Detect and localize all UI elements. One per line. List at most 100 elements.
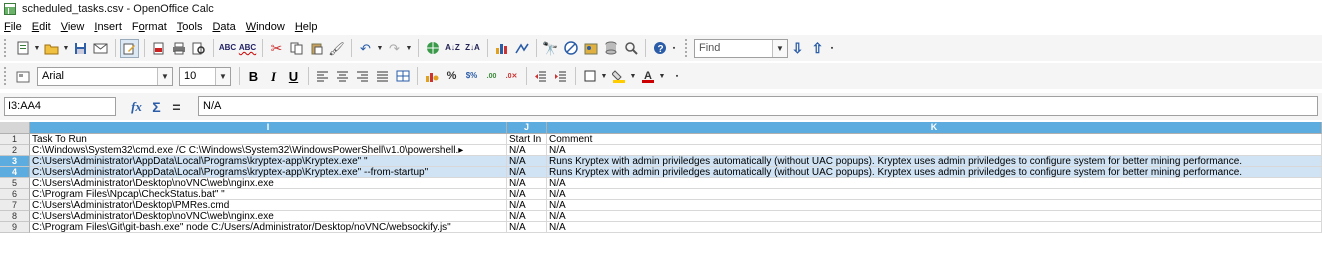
font-size-box[interactable]: 10 ▼ [179,66,231,86]
formatting-toolbar-overflow-icon[interactable]: ▪ [673,67,681,86]
find-next-icon[interactable]: ⇩ [788,39,807,58]
hyperlink-icon[interactable] [423,39,442,58]
column-header-k[interactable]: K [547,122,1322,134]
redo-dropdown-icon[interactable]: ▼ [405,39,413,58]
decrease-indent-icon[interactable] [531,67,550,86]
increase-indent-icon[interactable] [551,67,570,86]
cell-j[interactable]: N/A [507,189,547,200]
clone-formatting-icon[interactable]: 🖌 [327,39,346,58]
standard-format-icon[interactable]: $% [462,67,481,86]
font-name-dropdown-icon[interactable]: ▼ [157,67,172,85]
cell-i[interactable]: C:\Windows\System32\cmd.exe /C C:\Window… [30,145,507,156]
help-icon[interactable]: ? [650,39,669,58]
draw-functions-icon[interactable] [512,39,531,58]
row-header[interactable]: 3 [0,156,30,167]
table-row[interactable]: 5 C:\Users\Administrator\Desktop\noVNC\we… [0,178,1322,189]
name-box-value[interactable]: I3:AA4 [5,100,41,112]
email-document-icon[interactable] [91,39,110,58]
row-header[interactable]: 2 [0,145,30,156]
font-name-box[interactable]: Arial ▼ [37,66,173,86]
sort-descending-icon[interactable]: Z↓A [463,39,482,58]
table-row[interactable]: 9 C:\Program Files\Git\git-bash.exe" node… [0,222,1322,233]
cell-i[interactable]: C:\Program Files\Npcap\CheckStatus.bat" … [30,189,507,200]
cell-j[interactable]: N/A [507,200,547,211]
font-color-dropdown-icon[interactable]: ▼ [658,67,666,86]
cell-k[interactable]: N/A [547,178,1322,189]
cell-i[interactable]: C:\Users\Administrator\Desktop\noVNC\web… [30,211,507,222]
column-header-i[interactable]: I [30,122,507,134]
font-name-value[interactable]: Arial [38,70,64,82]
paste-icon[interactable] [307,39,326,58]
toolbar-grip[interactable] [4,67,7,85]
cell-j[interactable]: N/A [507,178,547,189]
cell-j[interactable]: Start In [507,134,547,145]
cell-k[interactable]: N/A [547,200,1322,211]
undo-dropdown-icon[interactable]: ▼ [376,39,384,58]
align-center-icon[interactable] [333,67,352,86]
export-pdf-icon[interactable] [149,39,168,58]
find-dropdown-icon[interactable]: ▼ [772,39,787,57]
row-header[interactable]: 1 [0,134,30,145]
toolbar-overflow-icon[interactable]: ▪ [670,39,678,58]
merge-cells-icon[interactable] [393,67,412,86]
menu-item[interactable]: Tools [177,21,209,33]
open-dropdown-icon[interactable]: ▼ [62,39,70,58]
font-size-value[interactable]: 10 [180,70,196,82]
menu-item[interactable]: Window [246,21,291,33]
copy-icon[interactable] [287,39,306,58]
open-folder-icon[interactable] [42,39,61,58]
function-icon[interactable]: = [167,97,186,116]
autospellcheck-icon[interactable]: ABC [238,39,257,58]
add-decimal-icon[interactable]: .00 [482,67,501,86]
row-header[interactable]: 6 [0,189,30,200]
cell-i[interactable]: C:\Program Files\Git\git-bash.exe" node … [30,222,507,233]
find-toolbar-grip[interactable] [685,39,688,57]
cell-k[interactable]: Runs Kryptex with admin priviledges auto… [547,167,1322,178]
delete-decimal-icon[interactable]: .0✕ [502,67,521,86]
sort-ascending-icon[interactable]: A↓Z [443,39,462,58]
sum-icon[interactable]: Σ [147,97,166,116]
menu-item[interactable]: File [4,21,28,33]
cell-k[interactable]: Comment [547,134,1322,145]
cell-j[interactable]: N/A [507,222,547,233]
save-icon[interactable] [71,39,90,58]
align-right-icon[interactable] [353,67,372,86]
menu-item[interactable]: Format [132,21,173,33]
align-left-icon[interactable] [313,67,332,86]
find-input[interactable]: Find [695,42,720,54]
print-icon[interactable] [169,39,188,58]
navigator-icon[interactable] [561,39,580,58]
formula-input[interactable]: N/A [198,96,1318,116]
menu-item[interactable]: Edit [32,21,57,33]
cell-i[interactable]: Task To Run [30,134,507,145]
new-document-icon[interactable] [13,39,32,58]
menu-item[interactable]: Insert [94,21,128,33]
cell-j[interactable]: N/A [507,167,547,178]
background-color-dropdown-icon[interactable]: ▼ [629,67,637,86]
cell-i[interactable]: C:\Users\Administrator\Desktop\PMRes.cmd [30,200,507,211]
cell-i[interactable]: C:\Users\Administrator\Desktop\noVNC\web… [30,178,507,189]
column-header-j[interactable]: J [507,122,547,134]
row-header[interactable]: 7 [0,200,30,211]
table-row[interactable]: 6 C:\Program Files\Npcap\CheckStatus.bat"… [0,189,1322,200]
chart-icon[interactable] [492,39,511,58]
function-wizard-icon[interactable]: fx [127,97,146,116]
cell-k[interactable]: N/A [547,222,1322,233]
spellcheck-icon[interactable]: ABC [218,39,237,58]
page-preview-icon[interactable] [189,39,208,58]
menu-item[interactable]: View [61,21,91,33]
justify-icon[interactable] [373,67,392,86]
currency-format-icon[interactable] [422,67,441,86]
cell-j[interactable]: N/A [507,145,547,156]
cut-icon[interactable]: ✂ [267,39,286,58]
cell-j[interactable]: N/A [507,211,547,222]
background-color-icon[interactable] [609,67,628,86]
table-row[interactable]: 3 C:\Users\Administrator\AppData\Local\Pr… [0,156,1322,167]
row-header[interactable]: 5 [0,178,30,189]
undo-icon[interactable]: ↶ [356,39,375,58]
row-header[interactable]: 9 [0,222,30,233]
gallery-icon[interactable] [581,39,600,58]
italic-button[interactable]: I [264,67,283,86]
menu-item[interactable]: Data [212,21,241,33]
redo-icon[interactable]: ↷ [385,39,404,58]
